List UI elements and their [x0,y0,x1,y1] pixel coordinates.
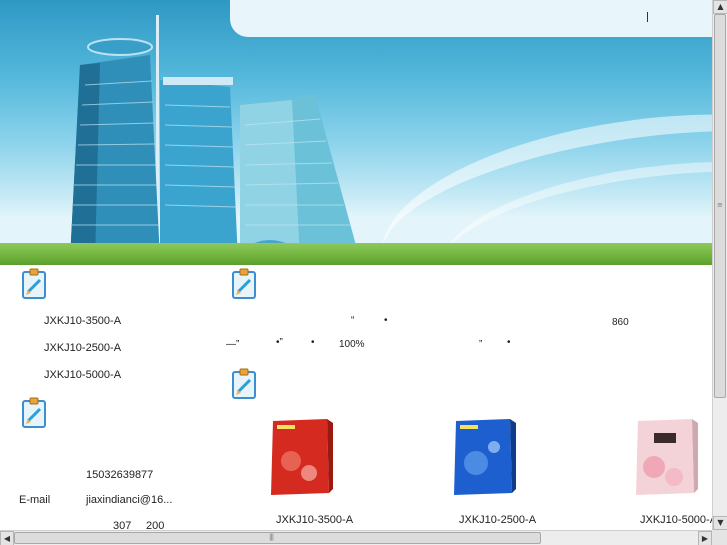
product-image[interactable] [634,417,698,497]
clipboard-pencil-icon [22,397,46,428]
product-image[interactable] [269,417,333,497]
scroll-up-arrow-icon[interactable]: ▲ [713,0,727,14]
intro-text-fragment: —” [226,339,240,350]
clipboard-pencil-icon [22,268,46,299]
product-image[interactable] [452,417,516,497]
banner-grass [0,243,712,265]
grip-icon: ||| [269,533,274,541]
scrollbar-corner [712,530,727,545]
product-label[interactable]: JXKJ10-5000-A [640,514,717,526]
sidebar-product-link[interactable]: JXKJ10-3500-A [44,315,121,327]
scroll-down-arrow-icon[interactable]: ▼ [713,516,727,530]
intro-text-fragment: • [311,337,315,348]
header-banner [0,0,712,265]
intro-text-fragment: 100% [339,339,365,350]
intro-text-fragment: ” [479,339,483,350]
nav-divider [647,12,648,22]
scroll-left-arrow-icon[interactable]: ◀ [0,531,14,545]
product-label[interactable]: JXKJ10-3500-A [276,514,353,526]
intro-text-fragment: • [384,315,388,326]
intro-text-fragment: •” [276,337,283,348]
scroll-right-arrow-icon[interactable]: ▶ [698,531,712,545]
sidebar-product-link[interactable]: JXKJ10-5000-A [44,369,121,381]
horizontal-scroll-thumb[interactable]: ||| [14,532,541,544]
intro-text-fragment: 860 [612,317,629,328]
vertical-scroll-thumb[interactable]: ≡ [714,14,726,398]
grip-icon: ≡ [717,201,723,209]
contact-email-link[interactable]: jiaxindianci@16... [86,494,172,506]
contact-email-label: E-mail [19,494,51,506]
intro-text-fragment: “ [351,315,355,326]
intro-text-fragment: • [507,337,511,348]
office-building-illustration [70,15,360,260]
top-nav-bar [230,0,712,37]
product-label[interactable]: JXKJ10-2500-A [459,514,536,526]
horizontal-scrollbar[interactable]: ◀ ||| ▶ [0,530,712,545]
clipboard-pencil-icon [232,368,256,399]
vertical-scrollbar[interactable]: ▲ ≡ ▼ [712,0,727,530]
sidebar-product-link[interactable]: JXKJ10-2500-A [44,342,121,354]
clipboard-pencil-icon [232,268,256,299]
contact-phone: 15032639877 [86,469,154,481]
